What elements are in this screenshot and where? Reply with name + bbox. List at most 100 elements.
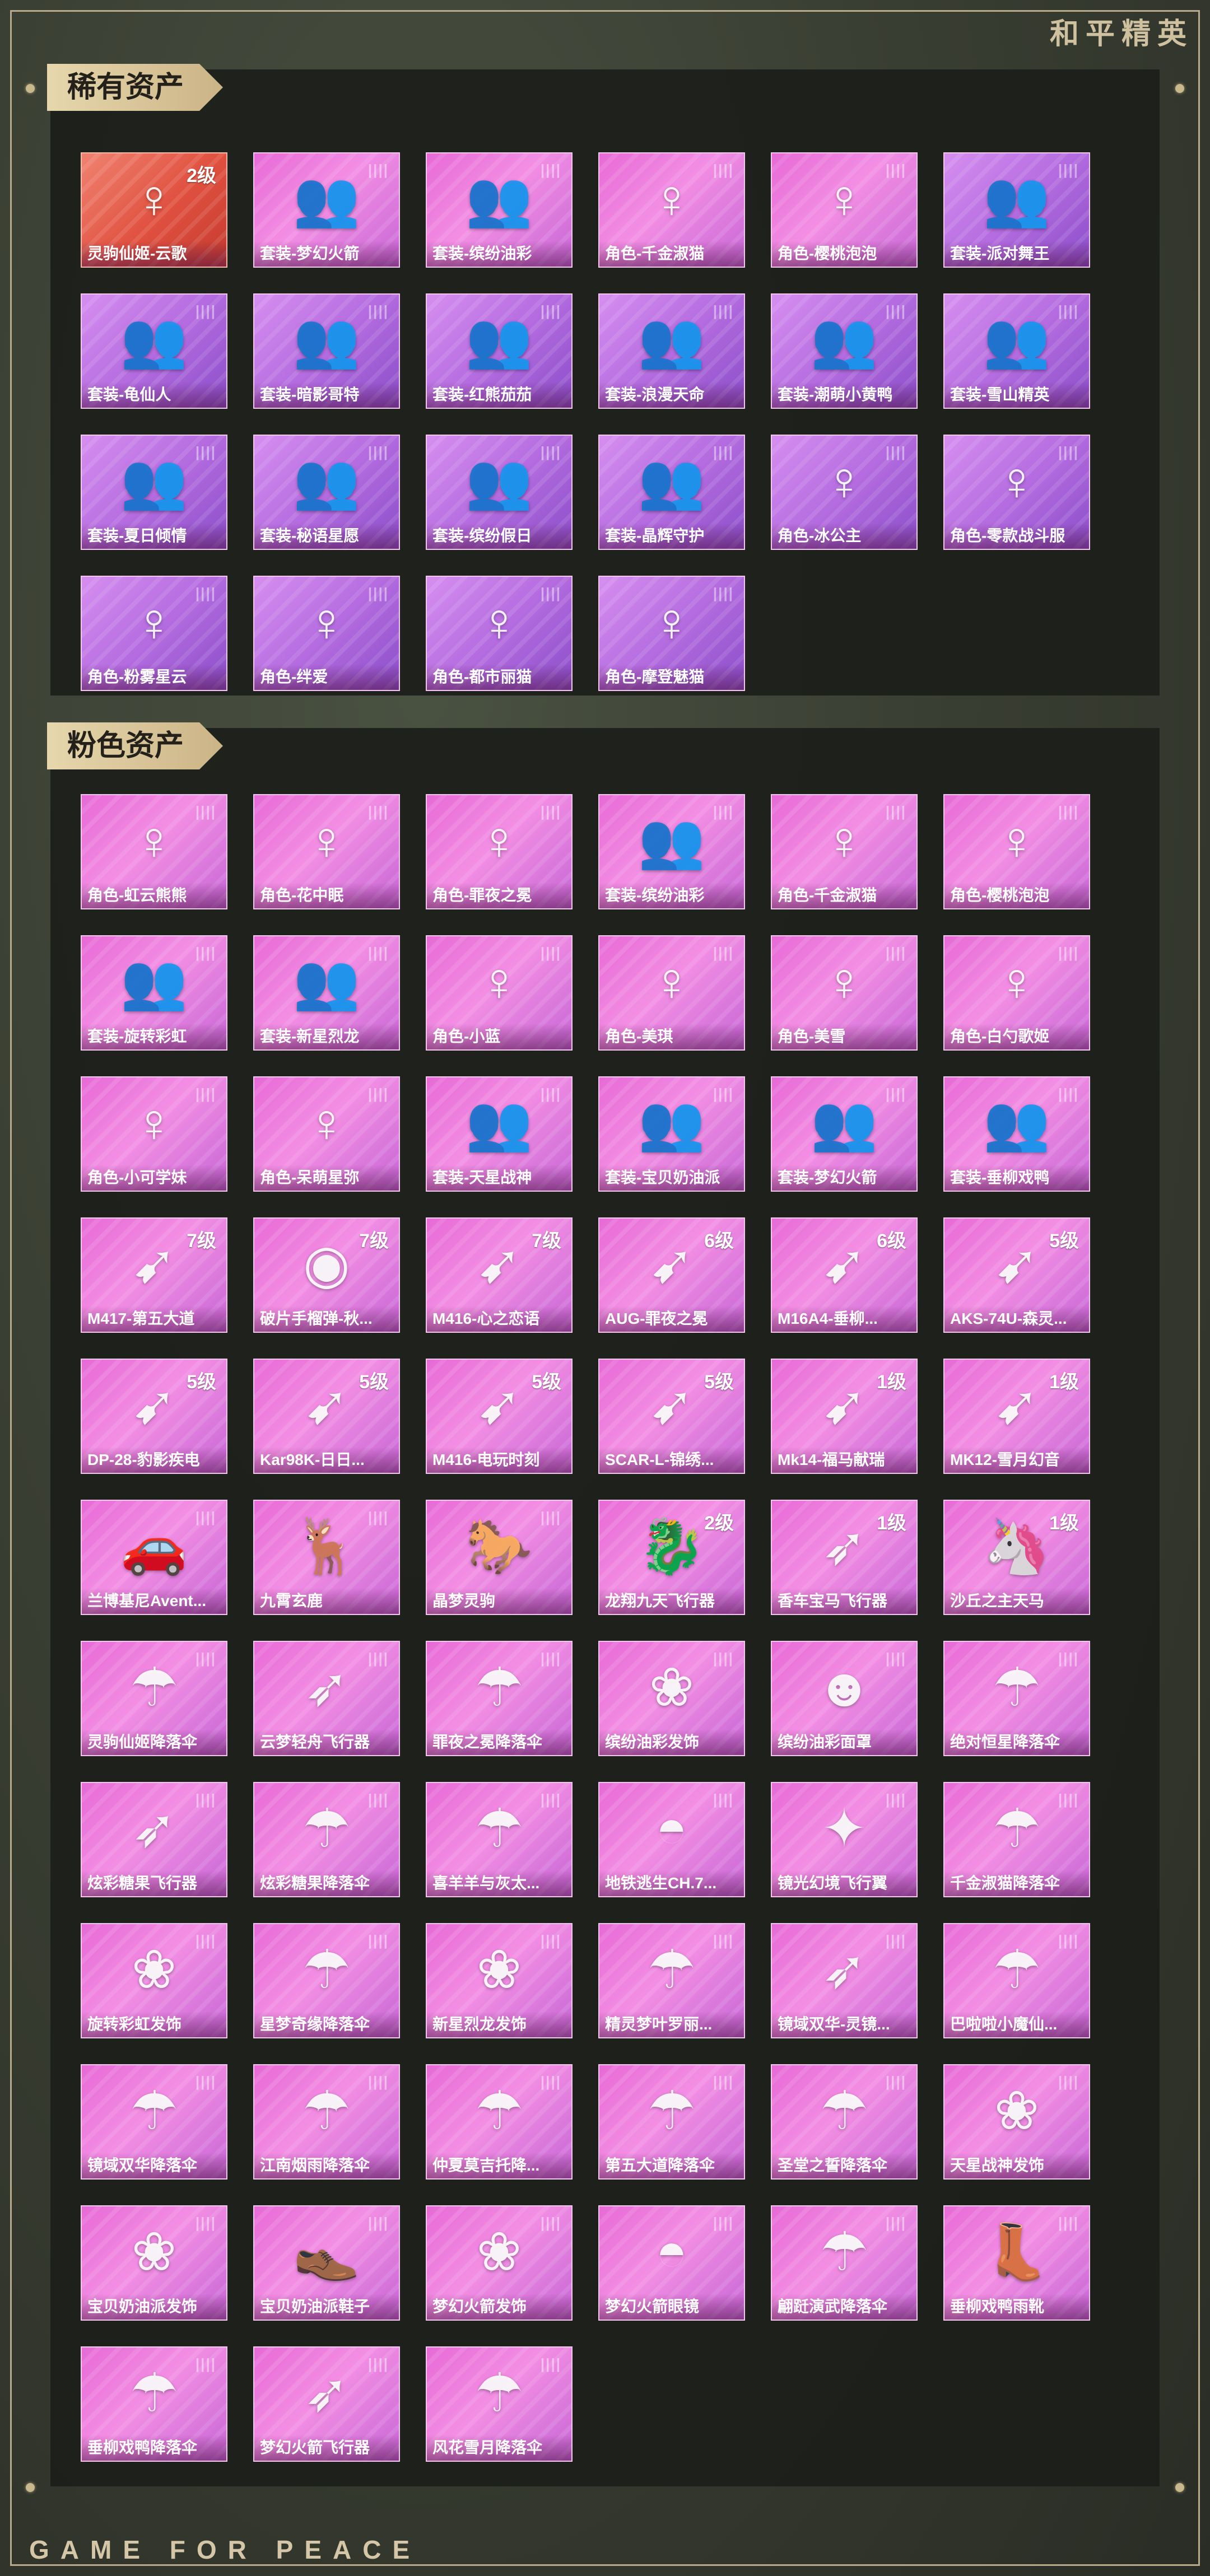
asset-card[interactable]: ☂ |||| 第五大道降落伞 [598,2064,745,2180]
asset-card[interactable]: ☂ |||| 圣堂之誓降落伞 [771,2064,918,2180]
level-badge: 6级 [877,1230,906,1252]
asset-card[interactable]: ➶ |||| 炫彩糖果飞行器 [81,1782,227,1897]
asset-card[interactable]: 👥 |||| 套装-缤纷油彩 [426,152,573,268]
asset-card[interactable]: 👥 |||| 套装-潮萌小黄鸭 [771,293,918,409]
asset-card[interactable]: ❀ |||| 梦幻火箭发饰 [426,2205,573,2321]
asset-card[interactable]: 👥 |||| 套装-梦幻火箭 [771,1076,918,1192]
asset-card[interactable]: ♀ |||| 角色-白勺歌姬 [943,935,1090,1051]
asset-card[interactable]: ♀ |||| 角色-美琪 [598,935,745,1051]
asset-card[interactable]: ☂ |||| 千金淑猫降落伞 [943,1782,1090,1897]
asset-card[interactable]: 👥 |||| 套装-梦幻火箭 [253,152,400,268]
asset-card[interactable]: ♀ |||| 角色-粉雾星云 [81,576,227,691]
asset-card[interactable]: 👢 |||| 垂柳戏鸭雨靴 [943,2205,1090,2321]
asset-card[interactable]: ♀ |||| 角色-美雪 [771,935,918,1051]
asset-card[interactable]: ☂ |||| 翩跹演武降落伞 [771,2205,918,2321]
asset-card[interactable]: ☂ |||| 巴啦啦小魔仙... [943,1923,1090,2038]
asset-card[interactable]: ♀ |||| 角色-花中眠 [253,794,400,909]
asset-card[interactable]: ➶ 1级 香车宝马飞行器 [771,1500,918,1615]
asset-card[interactable]: ➹ 6级 AUG-罪夜之冕 [598,1217,745,1333]
asset-card[interactable]: ➹ 1级 Mk14-福马献瑞 [771,1359,918,1474]
asset-card[interactable]: ❀ |||| 天星战神发饰 [943,2064,1090,2180]
character-icon: ♀ [824,811,864,871]
asset-card[interactable]: ➹ 5级 AKS-74U-森灵... [943,1217,1090,1333]
asset-card[interactable]: ◉ 7级 破片手榴弹-秋... [253,1217,400,1333]
asset-card[interactable]: 👥 |||| 套装-旋转彩虹 [81,935,227,1051]
asset-card[interactable]: 👥 |||| 套装-缤纷油彩 [598,794,745,909]
asset-label: 云梦轻舟飞行器 [254,1729,399,1755]
asset-card[interactable]: ✦ |||| 镜光幻境飞行翼 [771,1782,918,1897]
asset-card[interactable]: ❀ |||| 宝贝奶油派发饰 [81,2205,227,2321]
asset-card[interactable]: 👥 |||| 套装-夏日倾情 [81,435,227,550]
asset-card[interactable]: ☂ |||| 仲夏莫吉托降... [426,2064,573,2180]
asset-card[interactable]: ♀ |||| 角色-小蓝 [426,935,573,1051]
asset-card[interactable]: ♀ 2级 灵驹仙姬-云歌 [81,152,227,268]
asset-card[interactable]: ♀ |||| 角色-摩登魅猫 [598,576,745,691]
asset-card[interactable]: 👥 |||| 套装-晶辉守护 [598,435,745,550]
asset-card[interactable]: 👞 |||| 宝贝奶油派鞋子 [253,2205,400,2321]
asset-card[interactable]: ♀ |||| 角色-小可学妹 [81,1076,227,1192]
asset-card[interactable]: 🚗 |||| 兰博基尼Avent... [81,1500,227,1615]
asset-card[interactable]: ♀ |||| 角色-虹云熊熊 [81,794,227,909]
asset-card[interactable]: 🦄 1级 沙丘之主天马 [943,1500,1090,1615]
asset-card[interactable]: 👥 |||| 套装-龟仙人 [81,293,227,409]
asset-card[interactable]: ♀ |||| 角色-呆萌星弥 [253,1076,400,1192]
asset-card[interactable]: ♀ |||| 角色-都市丽猫 [426,576,573,691]
asset-card[interactable]: ♀ |||| 角色-冰公主 [771,435,918,550]
asset-card[interactable]: 👥 |||| 套装-秘语星愿 [253,435,400,550]
asset-card[interactable]: ☻ |||| 缤纷油彩面罩 [771,1641,918,1756]
asset-card[interactable]: 👥 |||| 套装-红熊茄茄 [426,293,573,409]
asset-label: 套装-晶辉守护 [599,523,744,549]
asset-card[interactable]: ☂ |||| 江南烟雨降落伞 [253,2064,400,2180]
asset-card[interactable]: ♀ |||| 角色-零款战斗服 [943,435,1090,550]
asset-card[interactable]: 👥 |||| 套装-缤纷假日 [426,435,573,550]
asset-card[interactable]: ♀ |||| 角色-千金淑猫 [771,794,918,909]
asset-card[interactable]: ◓ |||| 地铁逃生CH.7... [598,1782,745,1897]
asset-card[interactable]: 🐉 2级 龙翔九天飞行器 [598,1500,745,1615]
asset-card[interactable]: ☂ |||| 灵驹仙姬降落伞 [81,1641,227,1756]
asset-card[interactable]: ☂ |||| 罪夜之冕降落伞 [426,1641,573,1756]
asset-label: 套装-雪山精英 [944,382,1089,408]
asset-card[interactable]: ➹ 7级 M417-第五大道 [81,1217,227,1333]
asset-card[interactable]: ❀ |||| 新星烈龙发饰 [426,1923,573,2038]
asset-card[interactable]: ❀ |||| 旋转彩虹发饰 [81,1923,227,2038]
rarity-bars-icon: |||| [885,1650,906,1667]
asset-card[interactable]: 👥 |||| 套装-垂柳戏鸭 [943,1076,1090,1192]
asset-card[interactable]: ➶ |||| 梦幻火箭飞行器 [253,2346,400,2462]
asset-card[interactable]: ☂ |||| 镜域双华降落伞 [81,2064,227,2180]
asset-card[interactable]: ➹ 5级 Kar98K-日日... [253,1359,400,1474]
asset-card[interactable]: ➹ 5级 M416-电玩时刻 [426,1359,573,1474]
asset-card[interactable]: ☂ |||| 星梦奇缘降落伞 [253,1923,400,2038]
asset-card[interactable]: ☂ |||| 垂柳戏鸭降落伞 [81,2346,227,2462]
asset-card[interactable]: ♀ |||| 角色-樱桃泡泡 [771,152,918,268]
asset-card[interactable]: 🐎 |||| 晶梦灵驹 [426,1500,573,1615]
asset-card[interactable]: ➹ 5级 DP-28-豹影疾电 [81,1359,227,1474]
asset-card[interactable]: ☂ |||| 绝对恒星降落伞 [943,1641,1090,1756]
asset-card[interactable]: ♀ |||| 角色-罪夜之冕 [426,794,573,909]
asset-card[interactable]: ♀ |||| 角色-樱桃泡泡 [943,794,1090,909]
rarity-bars-icon: |||| [713,944,734,961]
asset-card[interactable]: ◓ |||| 梦幻火箭眼镜 [598,2205,745,2321]
asset-card[interactable]: 👥 |||| 套装-派对舞王 [943,152,1090,268]
asset-card[interactable]: ❀ |||| 缤纷油彩发饰 [598,1641,745,1756]
asset-card[interactable]: ☂ |||| 炫彩糖果降落伞 [253,1782,400,1897]
asset-card[interactable]: ➹ 7级 M416-心之恋语 [426,1217,573,1333]
asset-card[interactable]: 👥 |||| 套装-暗影哥特 [253,293,400,409]
asset-card[interactable]: ☂ |||| 喜羊羊与灰太... [426,1782,573,1897]
asset-card[interactable]: 👥 |||| 套装-新星烈龙 [253,935,400,1051]
asset-card[interactable]: 👥 |||| 套装-宝贝奶油派 [598,1076,745,1192]
asset-card[interactable]: ➹ 5级 SCAR-L-锦绣... [598,1359,745,1474]
asset-card[interactable]: ➶ |||| 云梦轻舟飞行器 [253,1641,400,1756]
asset-card[interactable]: ♀ |||| 角色-绊爱 [253,576,400,691]
horse-icon: 🐎 [466,1516,533,1576]
asset-card[interactable]: ➹ 6级 M16A4-垂柳... [771,1217,918,1333]
asset-card[interactable]: 👥 |||| 套装-雪山精英 [943,293,1090,409]
asset-card[interactable]: 👥 |||| 套装-浪漫天命 [598,293,745,409]
asset-card[interactable]: ➶ |||| 镜域双华-灵镜... [771,1923,918,2038]
asset-card[interactable]: 👥 |||| 套装-天星战神 [426,1076,573,1192]
asset-card[interactable]: ➹ 1级 MK12-雪月幻音 [943,1359,1090,1474]
asset-card[interactable]: ♀ |||| 角色-千金淑猫 [598,152,745,268]
asset-card[interactable]: ☂ |||| 精灵梦叶罗丽... [598,1923,745,2038]
asset-card[interactable]: 🦌 |||| 九霄玄鹿 [253,1500,400,1615]
asset-card[interactable]: ☂ |||| 风花雪月降落伞 [426,2346,573,2462]
outfit-icon: 👥 [466,1093,533,1153]
